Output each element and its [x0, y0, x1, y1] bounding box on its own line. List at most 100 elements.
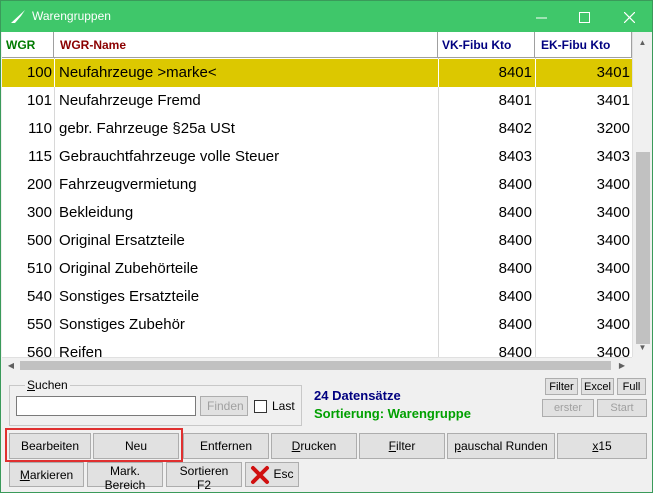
ek-fibu-cell: 3400 [596, 316, 630, 333]
search-legend: Suchen [25, 378, 70, 392]
minimize-button[interactable] [521, 1, 561, 32]
scroll-left-icon[interactable]: ◀ [3, 358, 19, 373]
name-cell: Original Ersatzteile [59, 232, 185, 249]
small-filter-button[interactable]: Filter [545, 378, 578, 395]
ek-fibu-cell: 3401 [596, 64, 630, 81]
app-logo-icon [11, 10, 25, 23]
mark-button[interactable]: Markieren [9, 462, 84, 487]
warengruppen-grid[interactable]: WGR WGR-Name VK-Fibu Kto EK-Fibu Kto 100… [2, 32, 652, 357]
ek-fibu-cell: 3403 [596, 148, 630, 165]
scroll-up-icon[interactable]: ▲ [633, 34, 652, 51]
wgr-cell: 500 [26, 232, 52, 249]
name-cell: gebr. Fahrzeuge §25a USt [59, 120, 235, 137]
find-button[interactable]: Finden [200, 396, 248, 416]
name-cell: Neufahrzeuge Fremd [59, 92, 201, 109]
vertical-scrollbar[interactable]: ▲ ▼ [632, 32, 652, 357]
vk-fibu-cell: 8402 [498, 120, 532, 137]
table-row[interactable]: 510 Original Zubehörteile 8400 3400 [2, 255, 632, 283]
wgr-cell: 101 [26, 92, 52, 109]
print-label-rest: rucken [300, 439, 337, 453]
table-row[interactable]: 100 Neufahrzeuge >marke< 8401 3401 [2, 59, 632, 87]
search-legend-rest: uchen [35, 378, 68, 392]
row-divider [438, 59, 439, 87]
x15-button[interactable]: x15 [557, 433, 647, 459]
x15-label-rest: 15 [598, 439, 612, 453]
name-cell: Fahrzeugvermietung [59, 176, 197, 193]
vk-fibu-cell: 8400 [498, 288, 532, 305]
scroll-right-icon[interactable]: ▶ [614, 358, 630, 373]
last-checkbox-label[interactable]: Last [272, 399, 295, 413]
name-cell: Original Zubehörteile [59, 260, 199, 277]
ek-fibu-cell: 3401 [596, 92, 630, 109]
vk-fibu-cell: 8400 [498, 176, 532, 193]
search-legend-mnemonic: S [27, 378, 36, 392]
search-input[interactable] [16, 396, 196, 416]
table-row[interactable]: 550 Sonstiges Zubehör 8400 3400 [2, 311, 632, 339]
name-cell: Bekleidung [59, 204, 134, 221]
table-row[interactable]: 110 gebr. Fahrzeuge §25a USt 8402 3200 [2, 115, 632, 143]
ek-fibu-cell: 3400 [596, 176, 630, 193]
ek-fibu-cell: 3400 [596, 232, 630, 249]
sort-info: Sortierung: Warengruppe [314, 406, 471, 421]
row-divider [535, 59, 536, 87]
filter-button[interactable]: Filter [359, 433, 445, 459]
warengruppen-window: Warengruppen WGR WGR-Name VK-Fibu Kto EK… [0, 0, 653, 493]
horizontal-scrollbar[interactable]: ◀ ▶ [2, 357, 632, 372]
name-cell: Sonstiges Ersatzteile [59, 288, 200, 305]
mark-range-button[interactable]: Mark. Bereich [87, 462, 163, 492]
minimize-icon [535, 17, 547, 19]
maximize-button[interactable] [564, 1, 604, 32]
grid-header: WGR WGR-Name VK-Fibu Kto EK-Fibu Kto [2, 32, 652, 58]
mark-mnemonic: M [19, 467, 30, 482]
title-bar[interactable]: Warengruppen [1, 1, 652, 32]
vk-fibu-cell: 8401 [498, 64, 532, 81]
vk-fibu-cell: 8400 [498, 344, 532, 357]
column-header-vk-fibu[interactable]: VK-Fibu Kto [438, 32, 535, 58]
wgr-cell: 115 [28, 148, 52, 165]
first-button[interactable]: erster [542, 399, 594, 417]
wgr-cell: 560 [26, 344, 52, 357]
highlight-outline [5, 428, 183, 462]
vk-fibu-cell: 8400 [498, 260, 532, 277]
last-checkbox[interactable] [254, 400, 267, 413]
wgr-cell: 550 [26, 316, 52, 333]
wgr-cell: 300 [26, 204, 52, 221]
red-x-icon [251, 465, 270, 484]
esc-button[interactable]: Esc [245, 462, 299, 487]
sort-f2-button[interactable]: Sortieren F2 [166, 462, 242, 492]
flat-round-button[interactable]: pauschal Runden [447, 433, 555, 459]
close-button[interactable] [609, 1, 649, 32]
column-header-wgr-name[interactable]: WGR-Name [54, 32, 438, 58]
table-row[interactable]: 101 Neufahrzeuge Fremd 8401 3401 [2, 87, 632, 115]
filter-mnemonic: F [388, 439, 396, 453]
table-row[interactable]: 540 Sonstiges Ersatzteile 8400 3400 [2, 283, 632, 311]
table-row[interactable]: 560 Reifen 8400 3400 [2, 339, 632, 357]
table-row[interactable]: 200 Fahrzeugvermietung 8400 3400 [2, 171, 632, 199]
full-button[interactable]: Full [617, 378, 646, 395]
name-cell: Reifen [59, 344, 103, 357]
column-header-ek-fibu[interactable]: EK-Fibu Kto [535, 32, 632, 58]
mark-label-rest: arkieren [29, 467, 74, 482]
table-row[interactable]: 500 Original Ersatzteile 8400 3400 [2, 227, 632, 255]
horizontal-scroll-thumb[interactable] [20, 361, 611, 370]
excel-button[interactable]: Excel [581, 378, 614, 395]
filter-label-rest: ilter [396, 439, 416, 453]
print-mnemonic: D [291, 439, 301, 453]
wgr-cell: 540 [26, 288, 52, 305]
vertical-scroll-thumb[interactable] [636, 152, 650, 344]
round-mnemonic: p [454, 439, 461, 453]
ek-fibu-cell: 3400 [596, 344, 630, 357]
remove-button[interactable]: Entfernen [183, 433, 269, 459]
scroll-down-icon[interactable]: ▼ [633, 339, 652, 356]
column-header-wgr[interactable]: WGR [2, 32, 54, 58]
esc-label: Esc [273, 466, 294, 481]
ek-fibu-cell: 3200 [596, 120, 630, 137]
ek-fibu-cell: 3400 [596, 204, 630, 221]
start-button[interactable]: Start [597, 399, 647, 417]
vk-fibu-cell: 8400 [498, 232, 532, 249]
table-row[interactable]: 300 Bekleidung 8400 3400 [2, 199, 632, 227]
table-row[interactable]: 115 Gebrauchtfahrzeuge volle Steuer 8403 34… [2, 143, 632, 171]
name-cell: Sonstiges Zubehör [59, 316, 185, 333]
ek-fibu-cell: 3400 [596, 288, 630, 305]
print-button[interactable]: Drucken [271, 433, 357, 459]
